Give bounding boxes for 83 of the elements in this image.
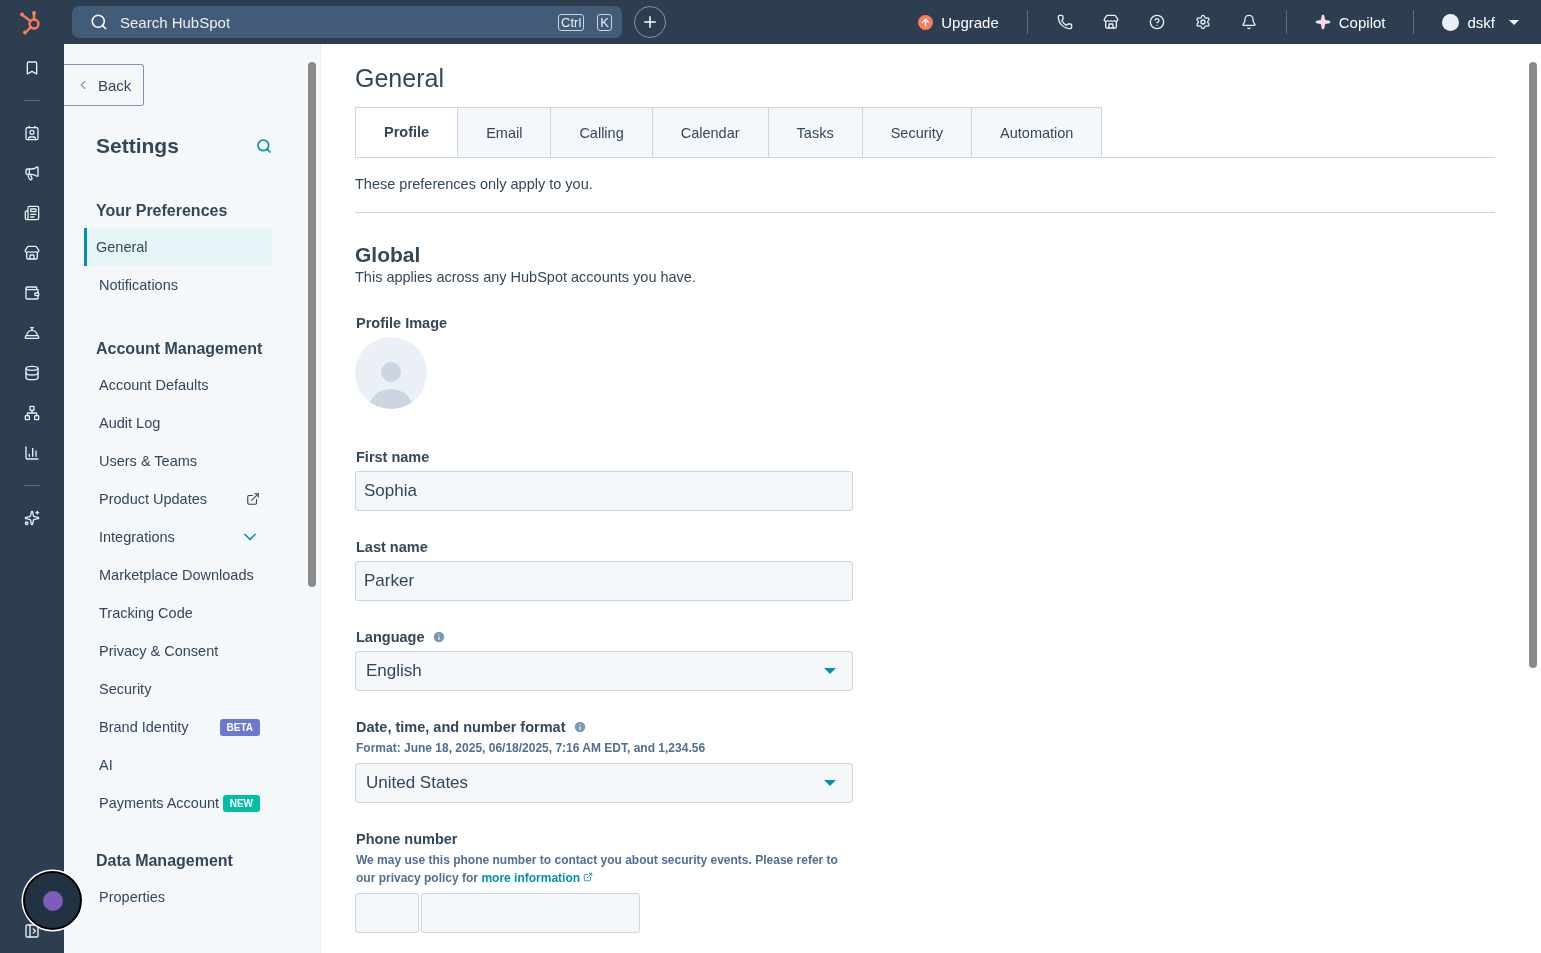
sidebar-item-label[interactable]: Product Updates (99, 491, 207, 507)
plus-icon (641, 13, 659, 31)
sidebar-item[interactable]: Audit Log (84, 404, 272, 442)
shortcut-key: K (597, 13, 612, 31)
scrollbar-thumb[interactable] (1529, 62, 1537, 668)
sidebar-item[interactable]: General (84, 228, 272, 266)
tab[interactable]: Email (458, 107, 552, 157)
sidebar-item[interactable]: Marketplace Downloads (84, 556, 272, 594)
field-hint: We may use this phone number to contact you about security events. Please refer to our privacy policy for more information (356, 852, 839, 887)
status-badge: NEW (222, 794, 260, 812)
search-icon (90, 13, 108, 31)
sparkle-icon[interactable] (24, 510, 40, 526)
sidebar-item-label[interactable]: Payments Account (99, 795, 220, 811)
tab[interactable]: Automation (972, 107, 1103, 157)
sidebar-item[interactable]: Account Defaults (84, 366, 272, 404)
sidebar-item[interactable]: Users & Teams (84, 442, 272, 480)
field-label: Phone number (356, 831, 458, 847)
tab[interactable]: Profile (355, 107, 459, 157)
info-icon[interactable] (432, 630, 447, 644)
service-bell-icon[interactable] (24, 325, 40, 341)
section-heading: Your Preferences (95, 202, 229, 220)
tab[interactable]: Security (862, 107, 973, 157)
megaphone-icon[interactable] (24, 165, 40, 181)
contact-book-icon[interactable] (24, 125, 40, 141)
field-hint: Format: June 18, 2025, 06/18/2025, 7:16 AM EDT, and 1,234.56 (356, 740, 707, 757)
field-label: Language (356, 629, 425, 645)
arrow-up-icon (920, 16, 932, 28)
external-link-icon (583, 872, 594, 882)
sidebar-item[interactable]: AI (84, 746, 272, 784)
section-title: Global (355, 243, 422, 267)
field-label: Last name (356, 539, 428, 555)
search-icon[interactable] (256, 138, 272, 154)
expand-panel-icon[interactable] (24, 923, 40, 939)
upgrade-button[interactable]: Upgrade (910, 9, 1007, 35)
sidebar-item[interactable]: Security (84, 670, 272, 708)
search-input[interactable]: Search HubSpot (118, 12, 546, 32)
account-menu[interactable]: dskf (1434, 9, 1527, 35)
country-code-field[interactable] (355, 893, 419, 933)
sidebar-item-label[interactable]: Brand Identity (99, 719, 189, 735)
sidebar-item[interactable]: Properties (84, 878, 272, 916)
back-button[interactable]: Back (64, 64, 145, 106)
search-bar[interactable]: Search HubSpot Ctrl K (72, 6, 622, 38)
shortcut-key: Ctrl (558, 13, 585, 31)
database-icon[interactable] (24, 365, 40, 381)
sidebar-item[interactable]: Product Updates (84, 480, 272, 518)
dropdown-field[interactable]: United States (355, 763, 853, 803)
scrollbar-thumb[interactable] (308, 62, 316, 587)
wallet-icon[interactable] (24, 285, 40, 301)
assistant-button[interactable] (23, 871, 82, 930)
field-label: Profile Image (356, 315, 448, 331)
copilot-button[interactable]: Copilot (1306, 9, 1394, 35)
tab[interactable]: Calling (551, 107, 653, 157)
info-icon[interactable] (573, 720, 588, 734)
section-heading: Data Management (95, 852, 234, 870)
external-link-icon (246, 492, 260, 506)
section-subtitle: This applies across any HubSpot accounts you have. (355, 269, 697, 285)
sidebar-item[interactable]: Tracking Code (84, 594, 272, 632)
bookmark-icon[interactable] (24, 60, 40, 76)
sidebar-item[interactable]: Privacy & Consent (84, 632, 272, 670)
field-label: First name (356, 449, 430, 465)
text-field[interactable]: Parker (355, 561, 853, 601)
more-information-link[interactable]: more information (481, 871, 594, 885)
sidebar-item[interactable]: Payments Account NEW (84, 784, 272, 822)
sidebar-item[interactable]: Integrations (84, 518, 272, 556)
section-heading: Account Management (95, 340, 264, 358)
status-badge: BETA (219, 718, 260, 736)
text-field[interactable]: Sophia (355, 471, 853, 511)
sidebar-item-label[interactable]: Integrations (99, 529, 175, 545)
document-icon[interactable] (24, 205, 40, 221)
sidebar-item[interactable]: Notifications (84, 266, 272, 304)
page-title: General (355, 64, 445, 93)
tab[interactable]: Tasks (768, 107, 863, 157)
dropdown-field[interactable]: English (355, 651, 853, 691)
store-icon[interactable] (24, 245, 40, 261)
phone-field[interactable] (421, 893, 640, 933)
bar-chart-icon[interactable] (24, 445, 40, 461)
hierarchy-icon[interactable] (24, 405, 40, 421)
sidebar-title: Settings (96, 134, 179, 158)
field-label: Date, time, and number format (356, 719, 566, 735)
sparkle-icon (1314, 14, 1331, 30)
tab[interactable]: Calendar (652, 107, 769, 157)
sidebar-item[interactable]: Brand Identity BETA (84, 708, 272, 746)
preferences-note: These preferences only apply to you. (355, 176, 1495, 213)
